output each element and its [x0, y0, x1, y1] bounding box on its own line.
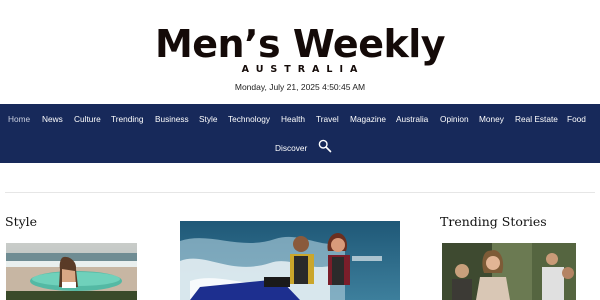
site-logo-title[interactable]: Men’s Weekly [0, 22, 600, 66]
nav-item-home[interactable]: Home [8, 114, 30, 124]
nav-item-magazine[interactable]: Magazine [350, 114, 386, 124]
masthead: Men’s Weekly AUSTRALIA Monday, July 21, … [0, 0, 600, 104]
nav-item-technology[interactable]: Technology [228, 114, 270, 124]
nav-item-news[interactable]: News [42, 114, 63, 124]
nav-item-trending[interactable]: Trending [111, 114, 143, 124]
site-logo-subtitle: AUSTRALIA [241, 64, 365, 75]
nav-item-travel[interactable]: Travel [316, 114, 339, 124]
nav-item-culture[interactable]: Culture [74, 114, 101, 124]
style-article-image[interactable] [6, 243, 137, 300]
section-heading-style[interactable]: Style [5, 214, 37, 229]
search-icon[interactable] [318, 139, 332, 153]
nav-item-australia[interactable]: Australia [396, 114, 428, 124]
trending-article-image[interactable] [442, 243, 576, 300]
nav-row: Home News Culture Trending Business Styl… [0, 104, 600, 132]
nav-item-health[interactable]: Health [281, 114, 305, 124]
nav-row-secondary: Discover [0, 133, 600, 163]
section-heading-trending[interactable]: Trending Stories [440, 214, 547, 229]
nav-item-real-estate[interactable]: Real Estate [515, 114, 558, 124]
content-divider [5, 192, 595, 193]
nav-item-style[interactable]: Style [199, 114, 217, 124]
current-date: Monday, July 21, 2025 4:50:45 AM [234, 82, 366, 92]
featured-article-image[interactable] [180, 221, 400, 300]
nav-item-business[interactable]: Business [155, 114, 189, 124]
nav-item-discover[interactable]: Discover [275, 143, 307, 153]
nav-item-food[interactable]: Food [567, 114, 586, 124]
main-navigation: Home News Culture Trending Business Styl… [0, 104, 600, 163]
nav-item-opinion[interactable]: Opinion [440, 114, 469, 124]
nav-item-money[interactable]: Money [479, 114, 504, 124]
